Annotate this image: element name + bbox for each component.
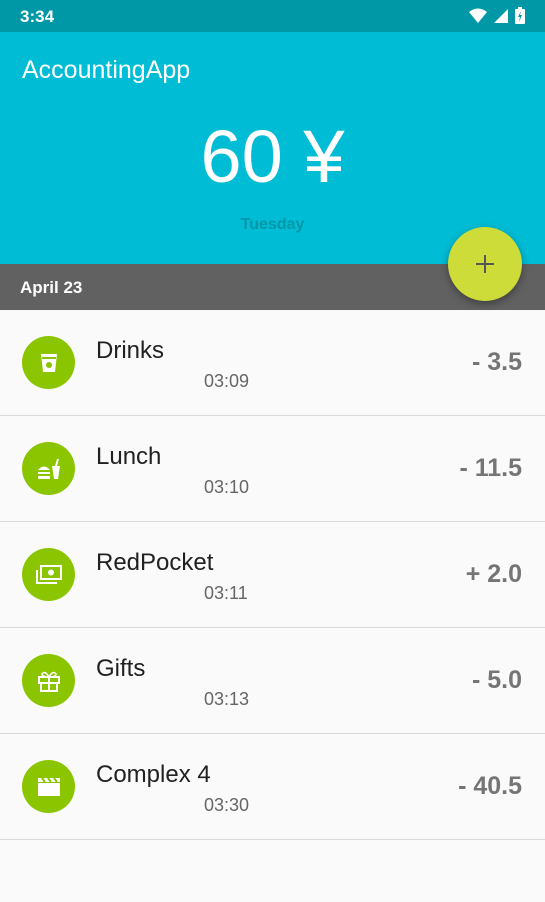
record-time: 03:11 <box>204 583 248 603</box>
record-time: 03:30 <box>204 795 250 815</box>
record-name: Lunch <box>96 443 162 470</box>
record-name: Gifts <box>96 655 146 682</box>
list-item[interactable]: Lunch 03:10 - 11.5 <box>0 416 545 522</box>
record-name: RedPocket <box>96 549 214 576</box>
record-amount: - 3.5 <box>471 348 522 376</box>
app-title: AccountingApp <box>22 56 191 84</box>
status-time: 3:34 <box>20 7 55 26</box>
day-label: Tuesday <box>240 216 305 233</box>
record-time: 03:09 <box>204 371 250 391</box>
list-item[interactable]: Complex 4 03:30 - 40.5 <box>0 734 545 840</box>
list-item[interactable]: Gifts 03:13 - 5.0 <box>0 628 545 734</box>
signal-icon <box>494 8 508 23</box>
movie-clapper-icon <box>22 760 75 813</box>
record-amount: - 11.5 <box>459 454 522 482</box>
record-time: 03:10 <box>204 477 250 497</box>
money-icon <box>22 548 75 601</box>
record-amount: + 2.0 <box>465 560 522 588</box>
gift-icon <box>22 654 75 707</box>
plus-icon <box>476 255 494 273</box>
wifi-icon <box>469 8 487 23</box>
status-bar: 3:34 <box>0 0 545 32</box>
summary-header: AccountingApp 60 ¥ Tuesday <box>0 32 545 264</box>
record-list: Drinks 03:09 - 3.5 Lunch 03:10 - 11.5 Re… <box>0 310 545 840</box>
total-amount: 60 ¥ <box>200 115 345 198</box>
list-item[interactable]: RedPocket 03:11 + 2.0 <box>0 522 545 628</box>
list-item[interactable]: Drinks 03:09 - 3.5 <box>0 310 545 416</box>
record-amount: - 5.0 <box>471 666 522 694</box>
date-label: April 23 <box>20 278 83 297</box>
record-name: Drinks <box>96 337 165 364</box>
record-time: 03:13 <box>204 689 250 709</box>
fastfood-icon <box>22 442 75 495</box>
record-name: Complex 4 <box>96 761 211 788</box>
record-amount: - 40.5 <box>458 772 522 800</box>
drink-cup-icon <box>22 336 75 389</box>
add-record-button[interactable] <box>448 227 522 301</box>
battery-icon <box>515 7 525 24</box>
status-icons <box>469 7 525 24</box>
